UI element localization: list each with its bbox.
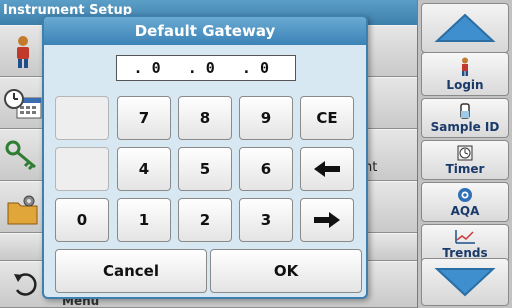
person-icon (459, 57, 471, 77)
gateway-ip-field[interactable]: . 0 . 0 . 0 (116, 55, 296, 81)
sidebar-item-aqa[interactable]: AQA (421, 182, 509, 222)
key-5[interactable]: 5 (178, 147, 232, 191)
ok-button[interactable]: OK (210, 249, 362, 293)
scroll-up-button[interactable] (421, 3, 509, 53)
key-0[interactable]: 0 (55, 198, 109, 242)
sidebar-item-sample-id[interactable]: Sample ID (421, 98, 509, 138)
sidebar: Login Sample ID Timer AQA Trends (417, 0, 512, 308)
aqa-icon (457, 187, 473, 203)
sidebar-item-timer[interactable]: Timer (421, 140, 509, 180)
right-arrow-icon (314, 212, 340, 228)
cursor-right-key[interactable] (300, 198, 354, 242)
cancel-button[interactable]: Cancel (55, 249, 207, 293)
dialog-title: Default Gateway (44, 17, 366, 45)
sidebar-item-label: Login (446, 78, 484, 92)
key-8[interactable]: 8 (178, 96, 232, 140)
sidebar-item-label: Sample ID (430, 120, 500, 134)
blank-key (55, 147, 109, 191)
back-button[interactable] (3, 263, 47, 305)
default-gateway-dialog: Default Gateway . 0 . 0 . 0 7 8 9 CE 4 5… (42, 15, 368, 299)
clock-calendar-icon (3, 85, 43, 125)
key-6[interactable]: 6 (239, 147, 293, 191)
folder-gear-icon (3, 190, 43, 230)
down-arrow-icon (434, 268, 496, 297)
scroll-down-button[interactable] (421, 258, 509, 306)
key-icon (3, 136, 43, 176)
key-7[interactable]: 7 (117, 96, 171, 140)
clear-entry-key[interactable]: CE (300, 96, 354, 140)
person-icon (3, 32, 43, 72)
sidebar-item-label: AQA (450, 204, 480, 218)
sidebar-item-label: Timer (445, 162, 485, 176)
trend-chart-icon (454, 229, 476, 245)
key-1[interactable]: 1 (117, 198, 171, 242)
sidebar-item-login[interactable]: Login (421, 52, 509, 96)
backspace-key[interactable] (300, 147, 354, 191)
key-4[interactable]: 4 (117, 147, 171, 191)
back-arrow-icon (14, 273, 37, 296)
left-arrow-icon (314, 161, 340, 177)
timer-icon (457, 145, 473, 161)
vial-icon (459, 103, 471, 119)
key-9[interactable]: 9 (239, 96, 293, 140)
key-3[interactable]: 3 (239, 198, 293, 242)
up-arrow-icon (434, 13, 496, 42)
blank-key (55, 96, 109, 140)
key-2[interactable]: 2 (178, 198, 232, 242)
